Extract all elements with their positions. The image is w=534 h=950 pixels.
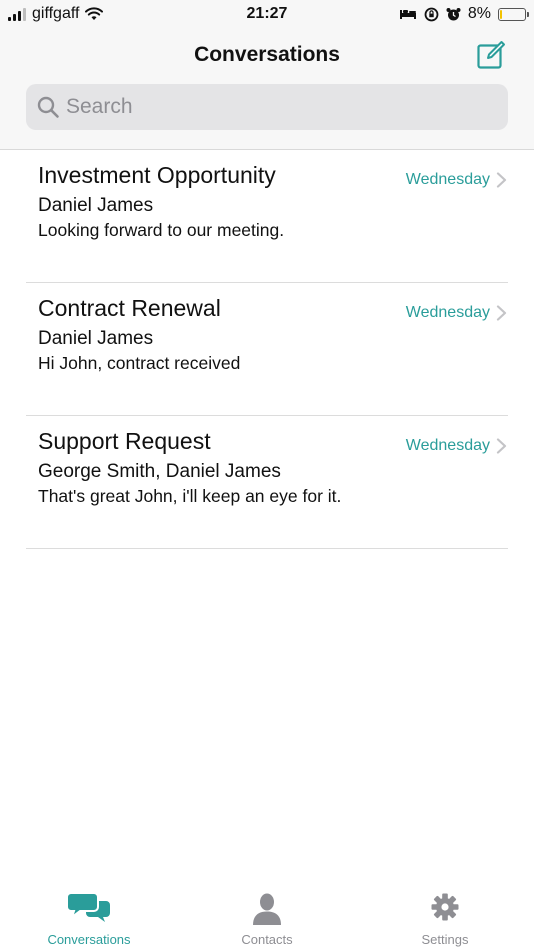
- person-icon: [253, 893, 281, 925]
- orientation-lock-icon: [424, 7, 439, 21]
- tab-conversations[interactable]: Conversations: [19, 880, 159, 950]
- conversation-title: Contract Renewal: [38, 295, 221, 321]
- alarm-icon: [446, 7, 461, 20]
- battery-percentage: 8%: [467, 5, 491, 22]
- battery-level-fill: [500, 9, 502, 19]
- tab-label: Conversations: [47, 932, 131, 947]
- search-input[interactable]: [66, 95, 486, 119]
- chat-bubbles-icon: [66, 892, 110, 922]
- tab-label: Contacts: [241, 932, 293, 947]
- conversation-preview: Hi John, contract received: [38, 353, 241, 373]
- gear-icon: [431, 893, 459, 921]
- bed-icon: [399, 10, 416, 19]
- page-title: Conversations: [194, 43, 340, 66]
- tab-bar: Conversations Contacts Settings: [0, 880, 534, 950]
- tab-label: Settings: [421, 932, 469, 947]
- compose-icon[interactable]: [476, 40, 506, 70]
- conversation-date: Wednesday: [405, 304, 490, 321]
- conversation-title: Support Request: [38, 428, 211, 454]
- conversation-preview: That's great John, i'll keep an eye for …: [38, 486, 342, 506]
- conversation-participants: George Smith, Daniel James: [38, 461, 281, 482]
- status-right: 8%: [399, 4, 529, 24]
- conversation-preview: Looking forward to our meeting.: [38, 220, 285, 240]
- conversation-date: Wednesday: [405, 171, 490, 188]
- conversation-date: Wednesday: [405, 437, 490, 454]
- conversation-participants: Daniel James: [38, 195, 154, 216]
- chevron-right-icon: [496, 172, 507, 188]
- chevron-right-icon: [496, 438, 507, 454]
- conversation-row[interactable]: Contract Renewal Daniel James Hi John, c…: [26, 283, 508, 416]
- conversation-title: Investment Opportunity: [38, 162, 276, 188]
- conversation-list: Investment Opportunity Daniel James Look…: [0, 150, 534, 549]
- search-icon: [37, 96, 59, 118]
- status-bar: giffgaff 21:27 8%: [0, 0, 534, 28]
- tab-settings[interactable]: Settings: [375, 880, 515, 950]
- navigation-header: Conversations: [0, 28, 534, 150]
- chevron-right-icon: [496, 305, 507, 321]
- tab-contacts[interactable]: Contacts: [197, 880, 337, 950]
- conversation-row[interactable]: Investment Opportunity Daniel James Look…: [26, 150, 508, 283]
- battery-icon: [498, 7, 529, 21]
- conversation-row[interactable]: Support Request George Smith, Daniel Jam…: [26, 416, 508, 549]
- conversation-participants: Daniel James: [38, 328, 154, 349]
- search-bar[interactable]: [26, 84, 508, 130]
